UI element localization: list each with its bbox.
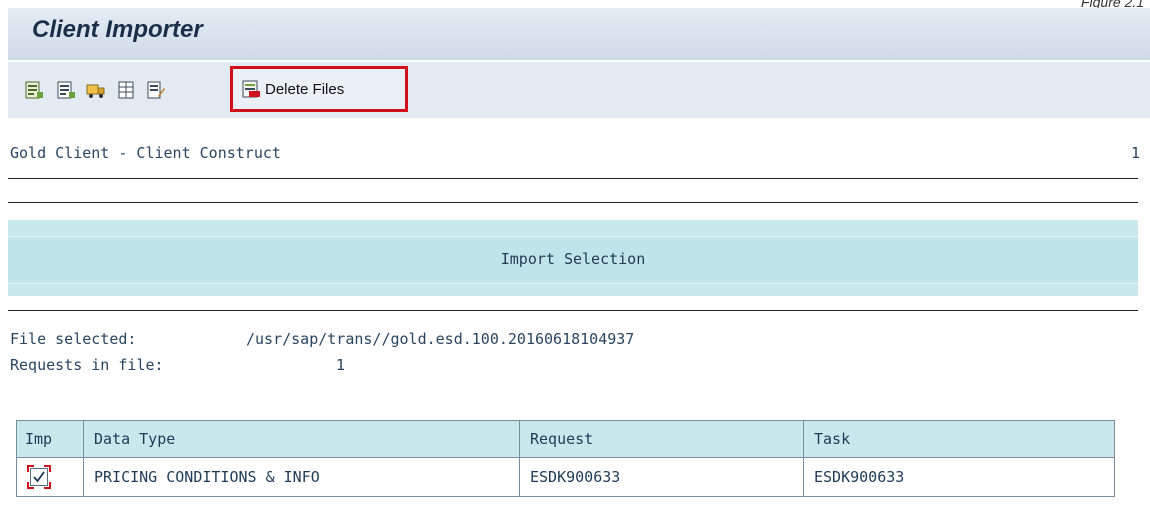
- table-header-row: Imp Data Type Request Task: [16, 420, 1115, 458]
- report-heading-line: Gold Client - Client Construct 1: [10, 144, 1140, 164]
- divider: [8, 178, 1138, 179]
- file-path: /usr/sap/trans//gold.esd.100.20160618104…: [246, 330, 635, 348]
- column-header-imp[interactable]: Imp: [16, 420, 84, 458]
- import-table: Imp Data Type Request Task PRICING CONDI…: [16, 420, 1115, 497]
- column-header-data-type[interactable]: Data Type: [83, 420, 520, 458]
- column-header-task[interactable]: Task: [803, 420, 1115, 458]
- report-heading: Gold Client - Client Construct: [10, 144, 281, 162]
- delete-files-label: Delete Files: [265, 81, 345, 98]
- window-title: Client Importer: [32, 16, 203, 43]
- imp-cell: [16, 457, 84, 497]
- file-selected-row: File selected: /usr/sap/trans//gold.esd.…: [10, 330, 634, 348]
- transport-icon[interactable]: [86, 80, 106, 100]
- requests-label: Requests in file:: [10, 356, 164, 374]
- title-bar: Client Importer: [8, 8, 1150, 60]
- execute-list-icon[interactable]: [56, 80, 76, 100]
- divider: [8, 310, 1138, 311]
- divider: [8, 202, 1138, 203]
- column-header-request[interactable]: Request: [519, 420, 804, 458]
- edit-document-icon[interactable]: [146, 80, 166, 100]
- import-selection-band: Import Selection: [8, 220, 1138, 296]
- data-type-cell: PRICING CONDITIONS & INFO: [83, 457, 520, 497]
- delete-files-icon: [241, 79, 261, 99]
- toolbar: Delete Files: [8, 62, 1150, 118]
- imp-checkbox[interactable]: [27, 464, 51, 490]
- requests-count: 1: [336, 356, 346, 374]
- request-cell: ESDK900633: [519, 457, 804, 497]
- delete-files-button[interactable]: Delete Files: [230, 66, 408, 112]
- table-row: PRICING CONDITIONS & INFO ESDK900633 ESD…: [16, 457, 1115, 497]
- checkmark-icon: [30, 468, 48, 487]
- requests-row: Requests in file: 1: [10, 356, 345, 374]
- details-icon[interactable]: [116, 80, 136, 100]
- execute-icon[interactable]: [24, 80, 44, 100]
- page-number: 1: [1130, 144, 1140, 162]
- section-title: Import Selection: [500, 250, 646, 268]
- file-selected-label: File selected:: [10, 330, 137, 348]
- task-cell: ESDK900633: [803, 457, 1115, 497]
